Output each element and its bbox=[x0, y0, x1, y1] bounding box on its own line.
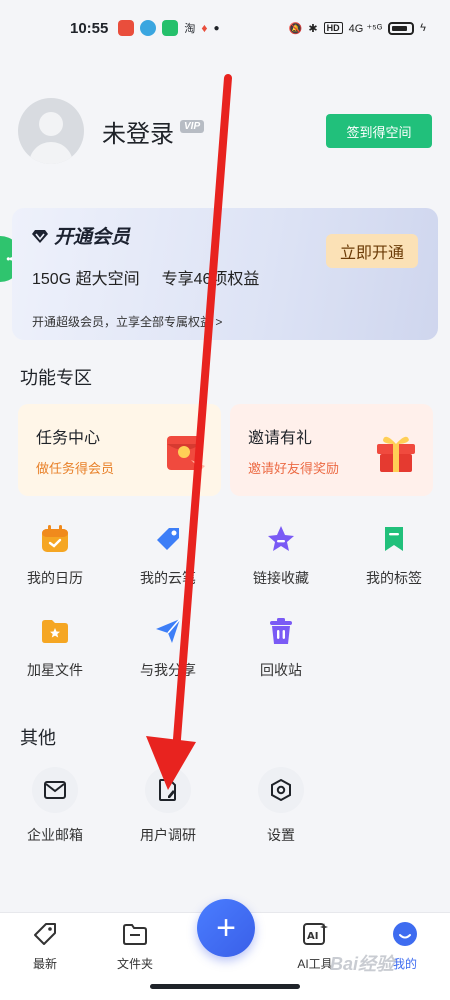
grid-item-calendar[interactable]: 我的日历 bbox=[5, 524, 105, 588]
other-item-label: 用户调研 bbox=[140, 827, 196, 843]
status-time: 10:55 bbox=[70, 19, 109, 37]
signal-icon: 4G ⁺⁵ᴳ bbox=[348, 22, 383, 35]
grid-item-cloud-pen[interactable]: 我的云笔 bbox=[118, 524, 218, 588]
nav-label: 最新 bbox=[32, 957, 57, 971]
app-notification-icon bbox=[140, 20, 157, 36]
grid-item-shared-with-me[interactable]: 与我分享 bbox=[118, 616, 218, 680]
membership-title-text: 开通会员 bbox=[54, 227, 131, 248]
grid-item-label: 回收站 bbox=[260, 662, 302, 678]
mute-icon: 🔕 bbox=[288, 22, 303, 35]
location-pin-icon: ♦ bbox=[201, 21, 208, 35]
other-item-settings[interactable]: 设置 bbox=[231, 767, 331, 845]
avatar-head-shape bbox=[39, 112, 63, 136]
bluetooth-icon: ✱ bbox=[308, 22, 318, 35]
app-notification-icon bbox=[118, 20, 135, 36]
task-center-card[interactable]: 任务中心 做任务得会员 bbox=[18, 404, 221, 496]
vip-badge: VIP bbox=[180, 119, 205, 133]
nav-label: 我的 bbox=[392, 957, 417, 971]
status-bar: 10:55 淘 ♦ ● 🔕 ✱ HD 4G ⁺⁵ᴳ ϟ bbox=[0, 0, 450, 56]
avatar-body-shape bbox=[29, 142, 73, 164]
starred-folder-icon bbox=[40, 616, 70, 646]
nav-folders[interactable]: 文件夹 bbox=[100, 921, 170, 972]
membership-footer-link[interactable]: 开通超级会员，立享全部专属权益 > bbox=[32, 313, 222, 330]
charging-icon: ϟ bbox=[420, 22, 426, 34]
calendar-icon bbox=[40, 524, 70, 554]
grid-item-my-tags[interactable]: 我的标签 bbox=[344, 524, 444, 588]
invite-gift-card[interactable]: 邀请有礼 邀请好友得奖励 bbox=[230, 404, 433, 496]
other-item-label: 设置 bbox=[267, 827, 295, 843]
other-item-enterprise-mail[interactable]: 企业邮箱 bbox=[5, 767, 105, 845]
other-item-label: 企业邮箱 bbox=[27, 827, 83, 843]
gift-box-icon bbox=[377, 436, 415, 472]
username[interactable]: 未登录 bbox=[102, 114, 174, 149]
nav-latest[interactable]: 最新 bbox=[10, 921, 80, 972]
bookmark-icon bbox=[379, 524, 409, 554]
mail-icon bbox=[32, 767, 78, 813]
pen-tag-icon bbox=[153, 524, 183, 554]
home-indicator bbox=[150, 984, 300, 989]
open-membership-button[interactable]: 立即开通 bbox=[326, 234, 418, 268]
folder-icon bbox=[123, 924, 147, 945]
grid-item-label: 我的标签 bbox=[366, 570, 422, 586]
grid-item-recycle-bin[interactable]: 回收站 bbox=[231, 616, 331, 680]
trash-icon bbox=[266, 616, 296, 646]
taobao-icon: 淘 bbox=[184, 23, 196, 35]
tag-icon bbox=[34, 923, 56, 945]
sign-in-reward-button[interactable]: 签到得空间 bbox=[326, 114, 432, 148]
status-right-group: 🔕 ✱ HD 4G ⁺⁵ᴳ ϟ bbox=[288, 21, 426, 35]
other-item-user-survey[interactable]: 用户调研 bbox=[118, 767, 218, 845]
membership-feature: 专享46项权益 bbox=[161, 271, 260, 288]
nav-label: AI工具 bbox=[297, 957, 333, 971]
diamond-icon bbox=[32, 229, 48, 243]
membership-card[interactable]: 开通会员 150G 超大空间 专享46项权益 开通超级会员，立享全部专属权益 >… bbox=[12, 208, 438, 340]
grid-item-label: 我的云笔 bbox=[140, 570, 196, 586]
star-icon bbox=[266, 524, 296, 554]
app-notification-icon bbox=[162, 20, 179, 36]
grid-item-label: 与我分享 bbox=[140, 662, 196, 678]
watermark: Bai经验 bbox=[330, 954, 395, 974]
hd-icon: HD bbox=[323, 22, 343, 34]
ai-tool-icon: AI bbox=[303, 923, 328, 945]
add-button[interactable]: + bbox=[197, 899, 255, 957]
grid-item-starred-files[interactable]: 加星文件 bbox=[5, 616, 105, 680]
svg-text:AI: AI bbox=[307, 931, 318, 942]
avatar[interactable] bbox=[18, 98, 84, 164]
battery-icon bbox=[388, 21, 415, 35]
section-title-features: 功能专区 bbox=[20, 368, 92, 388]
section-title-other: 其他 bbox=[20, 728, 56, 748]
grid-item-label: 链接收藏 bbox=[253, 570, 309, 586]
red-envelope-icon bbox=[167, 436, 205, 470]
membership-feature: 150G 超大空间 bbox=[32, 271, 140, 288]
profile-smile-icon bbox=[393, 922, 417, 946]
nav-label: 文件夹 bbox=[116, 957, 153, 971]
share-plane-icon bbox=[153, 616, 183, 646]
settings-hex-icon bbox=[258, 767, 304, 813]
survey-doc-icon bbox=[145, 767, 191, 813]
grid-item-label: 加星文件 bbox=[27, 662, 83, 678]
dot-icon: ● bbox=[213, 22, 220, 34]
plus-icon: + bbox=[216, 908, 236, 947]
membership-features: 150G 超大空间 专享46项权益 bbox=[32, 265, 418, 289]
grid-item-label: 我的日历 bbox=[27, 570, 83, 586]
profile-header: 未登录 VIP 签到得空间 bbox=[18, 98, 432, 164]
grid-item-link-favorites[interactable]: 链接收藏 bbox=[231, 524, 331, 588]
